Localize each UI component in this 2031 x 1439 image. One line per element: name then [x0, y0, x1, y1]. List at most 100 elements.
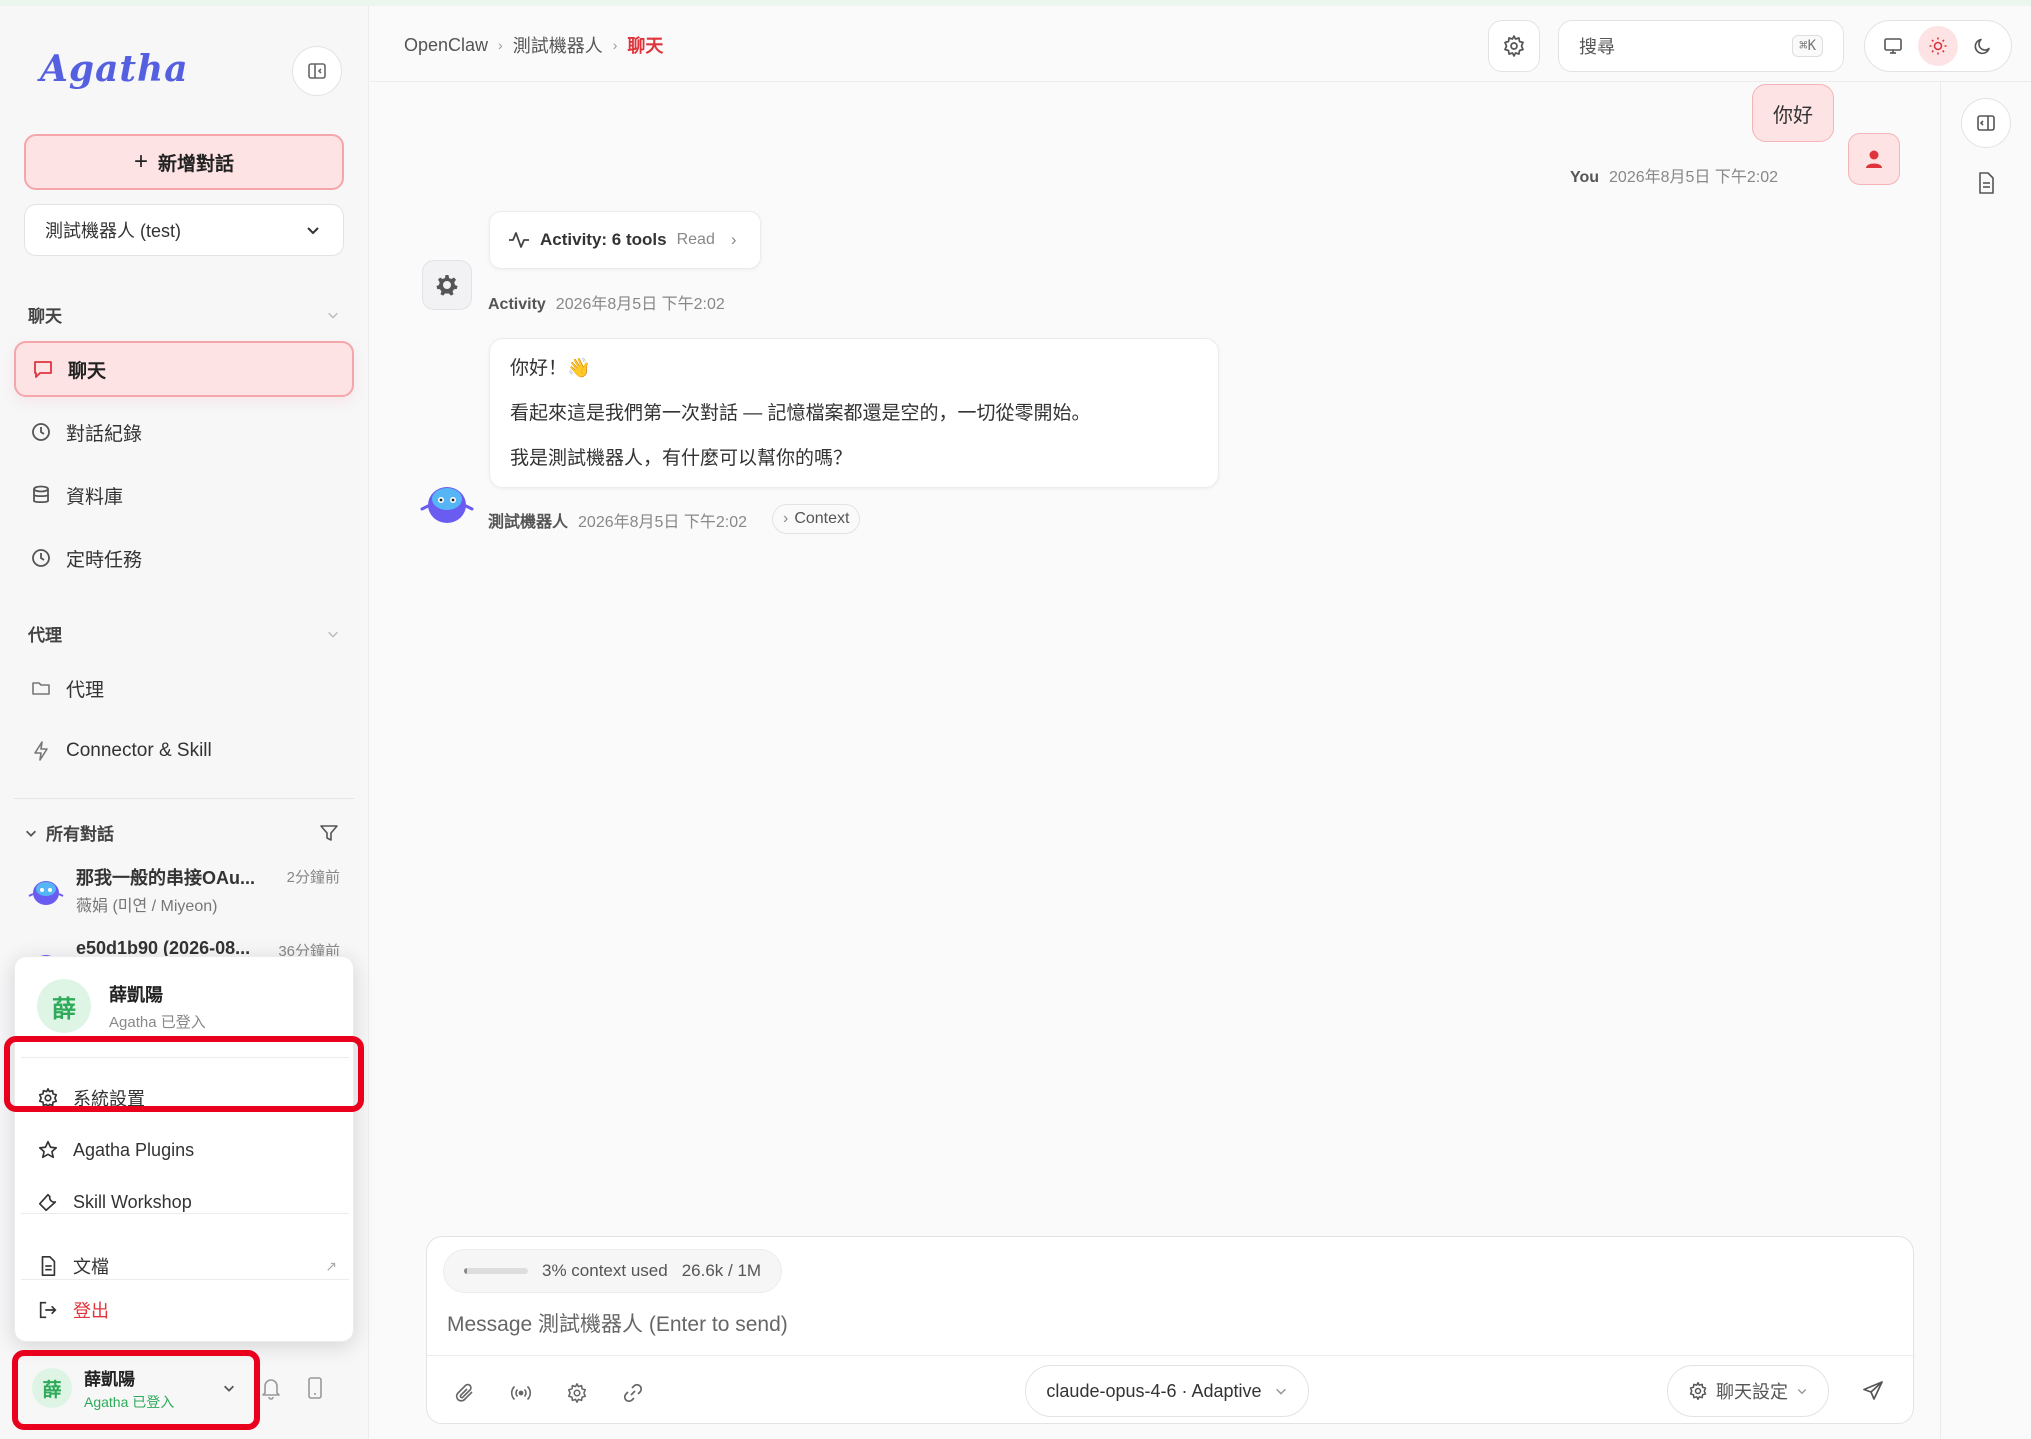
- sidebar-toggle-icon: [308, 63, 326, 79]
- message-input[interactable]: [447, 1313, 1887, 1337]
- user-menu-header: 薛 薛凱陽 Agatha 已登入: [37, 979, 206, 1033]
- sidebar-item-database[interactable]: 資料庫: [14, 467, 354, 523]
- header-search-box[interactable]: 搜尋 ⌘K: [1558, 20, 1844, 72]
- monitor-icon: [1884, 38, 1903, 54]
- app-logo[interactable]: Agatha: [40, 48, 189, 90]
- gear-icon: [567, 1383, 587, 1403]
- mobile-device-icon[interactable]: [306, 1376, 324, 1400]
- theme-dark-button[interactable]: [1963, 26, 2003, 66]
- message-time: 2026年8月5日 下午2:02: [1609, 169, 1779, 186]
- document-panel-button[interactable]: [1961, 158, 2011, 208]
- attach-button[interactable]: [445, 1373, 485, 1413]
- chevron-down-icon: [224, 1385, 234, 1392]
- sidebar-item-chat[interactable]: 聊天: [14, 341, 354, 397]
- header-settings-button[interactable]: [1488, 20, 1540, 72]
- breadcrumb-separator-icon: ›: [612, 37, 618, 53]
- activity-card[interactable]: Activity: 6 tools Read ›: [489, 211, 761, 269]
- link-button[interactable]: [613, 1373, 653, 1413]
- sidebar-item-history[interactable]: 對話紀錄: [14, 404, 354, 460]
- panel-toggle-icon: [1977, 115, 1995, 131]
- activity-pulse-icon: [509, 232, 529, 248]
- menu-item-label: 登出: [73, 1301, 109, 1321]
- theme-system-button[interactable]: [1873, 26, 1913, 66]
- sidebar-item-agents[interactable]: 代理: [14, 660, 354, 716]
- menu-item-label: Agatha Plugins: [73, 1139, 195, 1160]
- theme-light-button[interactable]: [1917, 26, 1958, 66]
- context-usage-indicator[interactable]: 3% context used 26.6k / 1M: [443, 1249, 783, 1293]
- conversation-item[interactable]: 那我一般的串接OAu... 2分鐘前 薇娟 (미연 / Miyeon): [28, 864, 340, 924]
- user-avatar: 薛: [32, 1368, 72, 1408]
- breadcrumb: OpenClaw › 測試機器人 › 聊天: [404, 32, 663, 58]
- model-select[interactable]: claude-opus-4-6 · Adaptive: [1025, 1365, 1309, 1417]
- breadcrumb-item[interactable]: OpenClaw: [404, 35, 488, 56]
- context-usage-bar: [464, 1268, 528, 1274]
- chevron-down-icon: [328, 631, 338, 638]
- toggle-panel-button[interactable]: [1961, 98, 2011, 148]
- bell-icon[interactable]: [260, 1376, 282, 1400]
- paperclip-icon: [455, 1383, 473, 1402]
- sidebar-item-label: 對話紀錄: [66, 423, 143, 445]
- user-status: Agatha 已登入: [109, 1013, 206, 1031]
- search-placeholder: 搜尋: [1579, 37, 1615, 57]
- menu-item-logout[interactable]: 登出: [37, 1290, 347, 1330]
- sidebar-item-label: 定時任務: [66, 549, 143, 571]
- message-author: Activity: [488, 296, 546, 313]
- chat-settings-button[interactable]: 聊天設定: [1667, 1365, 1829, 1417]
- message-composer: 3% context used 26.6k / 1M claude-opus-4…: [426, 1236, 1915, 1424]
- chat-section-header[interactable]: 聊天: [28, 302, 340, 327]
- composer-divider: [427, 1355, 1915, 1356]
- tools-settings-button[interactable]: [557, 1373, 597, 1413]
- menu-item-agatha-plugins[interactable]: Agatha Plugins: [37, 1130, 347, 1170]
- new-chat-label: 新增對話: [158, 153, 235, 175]
- folder-icon: [32, 682, 50, 695]
- user-avatar: 薛: [37, 979, 91, 1033]
- menu-item-system-settings[interactable]: 系統設置: [37, 1078, 347, 1118]
- user-menu-popup: 薛 薛凱陽 Agatha 已登入 系統設置 Agatha Plugins Ski…: [14, 956, 354, 1342]
- send-button[interactable]: [1851, 1369, 1895, 1413]
- bot-avatar-icon: [420, 487, 474, 523]
- model-select-value: claude-opus-4-6 · Adaptive: [1046, 1380, 1262, 1401]
- user-bar-status: Agatha 已登入: [84, 1393, 175, 1410]
- bot-message-line: 我是測試機器人，有什麼可以幫你的嗎？: [510, 448, 853, 469]
- collapse-sidebar-button[interactable]: [292, 46, 342, 96]
- chat-settings-label: 聊天設定: [1716, 1382, 1788, 1402]
- user-bar[interactable]: 薛 薛凱陽 Agatha 已登入: [18, 1354, 250, 1422]
- user-icon: [1866, 150, 1882, 168]
- menu-item-docs[interactable]: 文檔 ↗: [37, 1246, 347, 1286]
- menu-item-label: 系統設置: [73, 1089, 145, 1109]
- sidebar-item-label: 代理: [66, 679, 105, 701]
- context-toggle[interactable]: › Context: [772, 504, 861, 534]
- gear-icon: [38, 1088, 58, 1108]
- conversations-header[interactable]: 所有對話: [24, 820, 340, 845]
- gear-icon: [1504, 35, 1524, 57]
- new-chat-button[interactable]: + 新增對話: [24, 134, 344, 190]
- message-author: 測試機器人: [488, 514, 569, 531]
- agent-select[interactable]: 測試機器人 (test): [24, 204, 344, 256]
- chevron-down-icon: [26, 830, 36, 837]
- agent-section-header[interactable]: 代理: [28, 621, 340, 646]
- filter-icon[interactable]: [318, 822, 340, 844]
- sidebar-item-scheduled-tasks[interactable]: 定時任務: [14, 530, 354, 586]
- menu-item-skill-workshop[interactable]: Skill Workshop: [37, 1182, 347, 1222]
- wrench-icon: [38, 1193, 57, 1212]
- sidebar-item-connector-skill[interactable]: Connector & Skill: [14, 723, 354, 779]
- breadcrumb-separator-icon: ›: [498, 37, 503, 53]
- broadcast-button[interactable]: [501, 1373, 541, 1413]
- conversations-label: 所有對話: [46, 825, 114, 844]
- agent-section-label: 代理: [28, 626, 62, 645]
- document-icon: [41, 1256, 56, 1276]
- chevron-down-icon: [1275, 1388, 1286, 1395]
- sidebar-item-label: Connector & Skill: [66, 740, 212, 761]
- chevron-down-icon: [1797, 1389, 1807, 1395]
- user-bar-name: 薛凱陽: [84, 1369, 135, 1389]
- menu-item-label: 文檔: [73, 1257, 109, 1277]
- broadcast-icon: [510, 1385, 532, 1401]
- activity-avatar: [422, 260, 472, 310]
- sidebar-item-label: 資料庫: [66, 486, 124, 508]
- message-time: 2026年8月5日 下午2:02: [578, 514, 747, 531]
- menu-item-label: Skill Workshop: [73, 1191, 192, 1212]
- chevron-right-icon: ›: [783, 510, 789, 527]
- gear-icon: [1689, 1381, 1707, 1401]
- breadcrumb-item[interactable]: 測試機器人: [513, 32, 603, 58]
- bot-message-line: 看起來這是我們第一次對話 — 記憶檔案都還是空的，一切從零開始。: [510, 403, 1091, 424]
